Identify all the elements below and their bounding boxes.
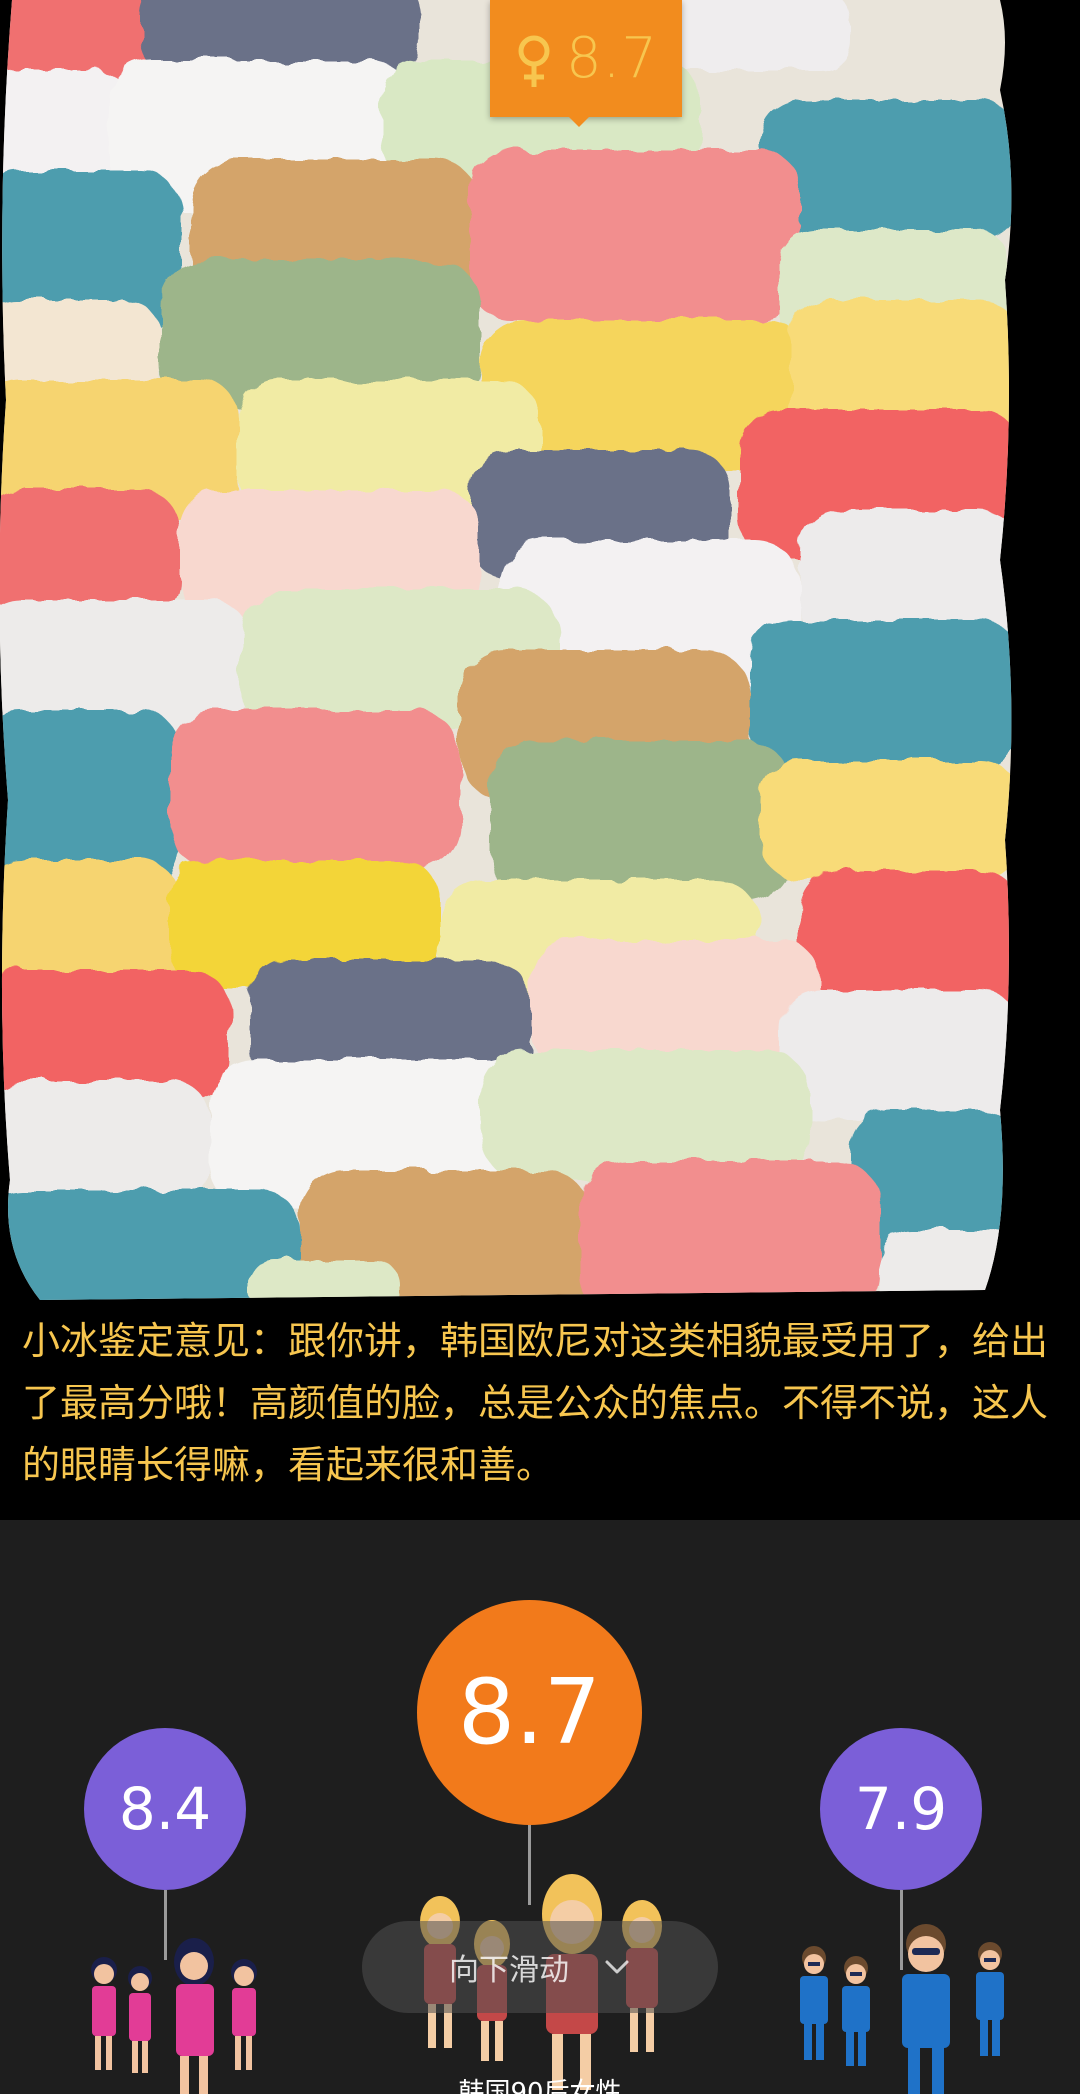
uploaded-photo: 8.7 xyxy=(0,0,1080,1305)
scroll-down-label: 向下滑动 xyxy=(449,1953,569,1988)
center-group-score: 8.7 xyxy=(457,1660,602,1765)
female-group-figures xyxy=(91,1938,257,2094)
face-score-tag: 8.7 xyxy=(490,0,682,127)
xiaobing-comment: 小冰鉴定意见：跟你讲，韩国欧尼对这类相貌最受用了，给出了最高分哦！高颜值的脸，总… xyxy=(22,1319,1049,1487)
brush-stroke-pattern xyxy=(0,0,1080,1305)
face-score-value: 8.7 xyxy=(565,26,659,91)
chevron-down-icon xyxy=(605,1960,629,1974)
left-group-score: 8.4 xyxy=(118,1775,212,1843)
right-group-score-balloon: 7.9 xyxy=(820,1728,982,1890)
female-symbol-icon xyxy=(518,35,550,87)
male-group-figures xyxy=(800,1924,1004,2094)
screen: 8.7 小冰鉴定意见：跟你讲，韩国欧尼对这类相貌最受用了，给出了最高分哦！高颜值… xyxy=(0,0,1080,2094)
right-group-score: 7.9 xyxy=(854,1775,948,1843)
center-group-score-balloon: 8.7 xyxy=(417,1600,642,1825)
center-group-label: 韩国90后女性 xyxy=(458,2078,622,2094)
left-group-score-balloon: 8.4 xyxy=(84,1728,246,1890)
scroll-down-hint[interactable]: 向下滑动 xyxy=(362,1921,718,2013)
